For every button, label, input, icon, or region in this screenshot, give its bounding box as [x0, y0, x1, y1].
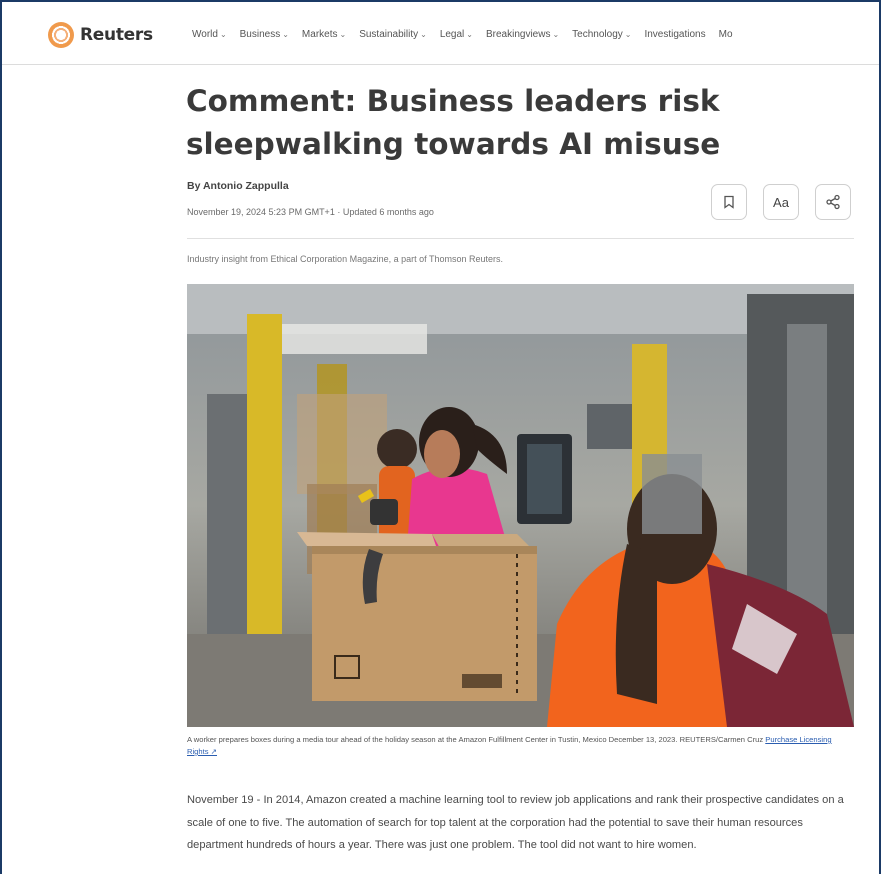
article-dateline: November 19, 2024 5:23 PM GMT+1 · Update… — [187, 207, 434, 217]
article-byline[interactable]: By Antonio Zappulla — [187, 180, 289, 192]
nav-item-mo[interactable]: Mo — [719, 29, 733, 40]
chevron-down-icon: ⌄ — [552, 30, 560, 39]
bookmark-button[interactable] — [711, 184, 747, 220]
nav-item-label: Investigations — [644, 29, 706, 40]
share-icon — [826, 194, 840, 210]
share-button[interactable] — [815, 184, 851, 220]
nav-item-technology[interactable]: Technology ⌄ — [572, 29, 631, 40]
nav-item-label: Mo — [718, 29, 733, 40]
photo-caption: A worker prepares boxes during a media t… — [187, 734, 854, 758]
warehouse-worker-photo — [187, 284, 854, 727]
window-frame-left — [0, 0, 2, 874]
chevron-down-icon: ⌄ — [420, 30, 427, 39]
caption-text: A worker prepares boxes during a media t… — [187, 735, 764, 744]
header-divider — [187, 238, 854, 239]
nav-item-label: Legal — [439, 29, 465, 40]
article-photo[interactable] — [187, 284, 854, 727]
nav-item-business[interactable]: Business ⌄ — [240, 29, 289, 40]
nav-item-label: Sustainability — [359, 29, 419, 40]
reuters-logo-icon — [48, 22, 74, 48]
chevron-down-icon: ⌄ — [466, 30, 473, 39]
chevron-down-icon: ⌄ — [219, 30, 227, 39]
nav-item-label: Business — [239, 29, 281, 40]
nav-item-world[interactable]: World ⌄ — [192, 29, 227, 40]
nav-item-label: Breakingviews — [485, 29, 551, 40]
article-intro: Industry insight from Ethical Corporatio… — [187, 254, 503, 264]
article-headline: Comment: Business leaders risk sleepwalk… — [186, 84, 721, 161]
nav-item-markets[interactable]: Markets ⌄ — [302, 29, 346, 40]
chevron-down-icon: ⌄ — [339, 30, 347, 39]
nav-item-sustainability[interactable]: Sustainability ⌄ — [359, 29, 427, 40]
nav-item-breakingviews[interactable]: Breakingviews ⌄ — [486, 29, 559, 40]
chevron-down-icon: ⌄ — [624, 30, 632, 39]
nav-item-label: World — [192, 29, 218, 40]
main-nav: World ⌄ Business ⌄ Markets ⌄ Sustainability ⌄ Le… — [192, 29, 733, 40]
site-header: Reuters World ⌄ Business ⌄ Markets ⌄ Sustainab… — [2, 2, 879, 65]
nav-item-investigations[interactable]: Investigations — [644, 29, 705, 40]
nav-item-legal[interactable]: Legal ⌄ — [440, 29, 473, 40]
reuters-logo[interactable]: Reuters — [48, 22, 153, 48]
nav-item-label: Technology — [572, 29, 623, 40]
text-size-button[interactable]: Aa — [763, 184, 799, 220]
article-body-paragraph: November 19 - In 2014, Amazon created a … — [187, 794, 844, 851]
brand-name: Reuters — [80, 25, 153, 45]
chevron-down-icon: ⌄ — [282, 30, 289, 39]
nav-item-label: Markets — [301, 29, 338, 40]
bookmark-icon — [724, 195, 734, 209]
